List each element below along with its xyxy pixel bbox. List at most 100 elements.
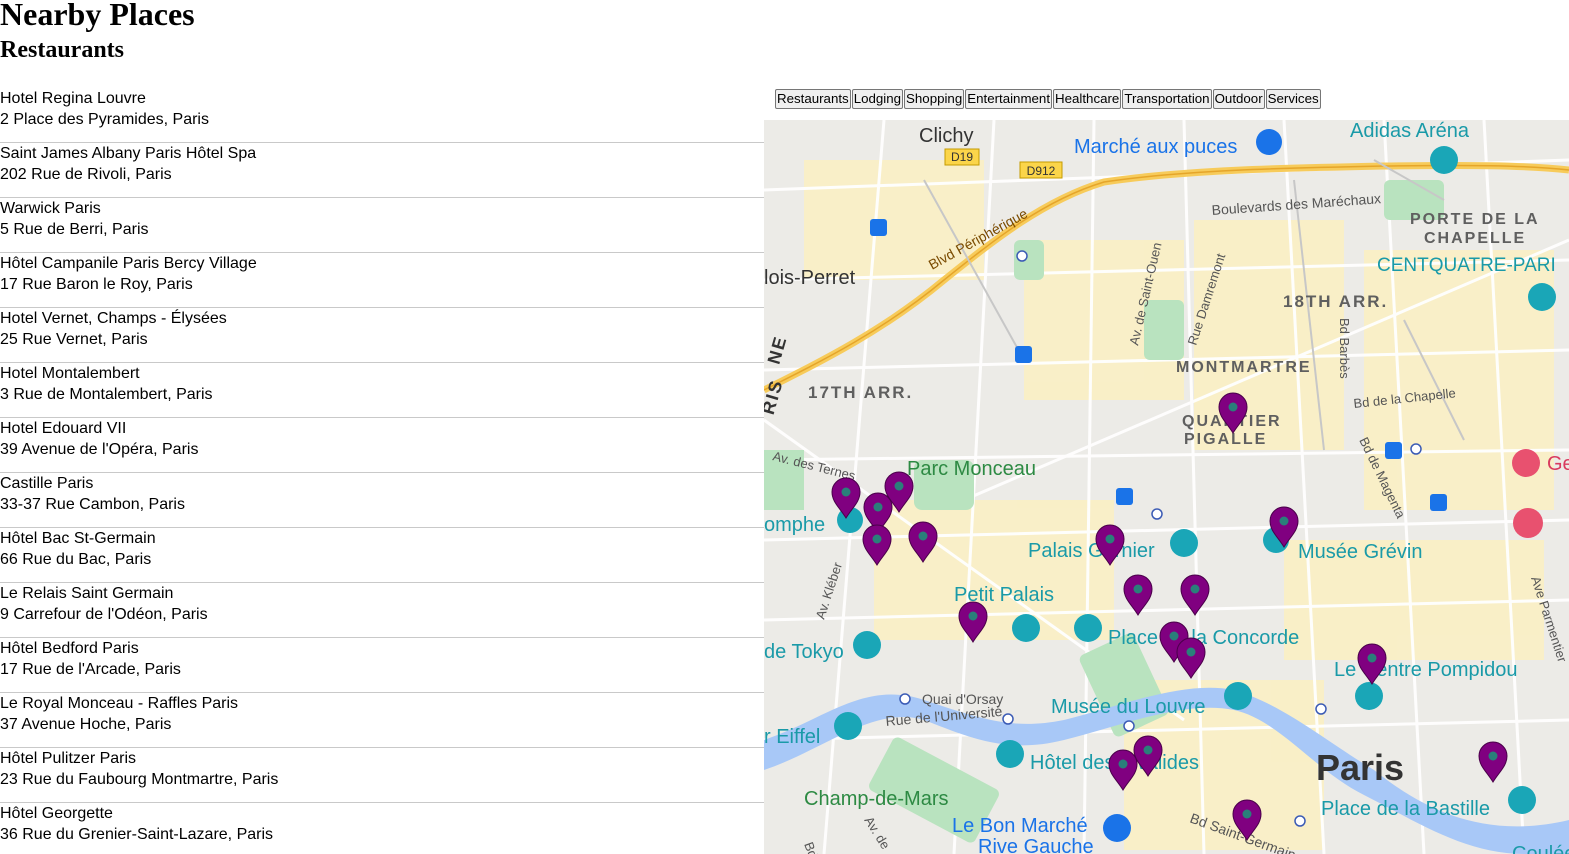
list-item[interactable]: Hotel Edouard VII 39 Avenue de l'Opéra, P… <box>0 418 764 473</box>
list-item[interactable]: Castille Paris 33-37 Rue Cambon, Paris <box>0 473 764 528</box>
tab-entertainment[interactable]: Entertainment <box>965 89 1053 109</box>
place-name: Hotel Vernet, Champs - Élysées <box>0 310 227 327</box>
list-item[interactable]: Le Royal Monceau - Raffles Paris 37 Avenu… <box>0 693 764 748</box>
place-name: Hotel Montalembert <box>0 365 140 382</box>
label-tokyo: de Tokyo <box>764 641 844 663</box>
map[interactable]: D19 D912 Blvd Périphérique Boulevards de… <box>764 120 1569 854</box>
label-17th-arr: 17TH ARR. <box>808 383 913 402</box>
label-eiffel: r Eiffel <box>764 726 820 748</box>
place-address: 2 Place des Pyramides, Paris <box>0 111 209 128</box>
place-address: 9 Carrefour de l'Odéon, Paris <box>0 606 208 623</box>
place-address: 5 Rue de Berri, Paris <box>0 221 149 238</box>
place-name: Hôtel Pulitzer Paris <box>0 750 137 767</box>
place-name: Hôtel Georgette <box>0 805 113 822</box>
train-icon[interactable] <box>1015 346 1032 363</box>
place-name: Le Relais Saint Germain <box>0 585 174 602</box>
list-item[interactable]: Hôtel Georgette 36 Rue du Grenier-Saint-L… <box>0 803 764 854</box>
list-item[interactable]: Le Relais Saint Germain 9 Carrefour de l'… <box>0 583 764 638</box>
place-name: Hôtel Bac St-Germain <box>0 530 156 547</box>
page-title: Nearby Places <box>0 0 195 32</box>
label-pigalle: PIGALLE <box>1184 431 1267 448</box>
label-coulee: Coulée v <box>1512 843 1569 854</box>
list-item[interactable]: Hotel Montalembert 3 Rue de Montalembert,… <box>0 363 764 418</box>
metro-icon[interactable] <box>1410 443 1422 455</box>
place-address: 33-37 Rue Cambon, Paris <box>0 496 185 513</box>
hotel-icon[interactable] <box>1512 449 1540 477</box>
train-icon[interactable] <box>870 219 887 236</box>
shopping-bag-icon[interactable] <box>1103 814 1131 842</box>
monument-icon[interactable] <box>834 712 862 740</box>
place-name: Warwick Paris <box>0 200 101 217</box>
list-item[interactable]: Warwick Paris 5 Rue de Berri, Paris <box>0 198 764 253</box>
tab-services[interactable]: Services <box>1265 89 1321 109</box>
label-clichy: Clichy <box>919 125 973 147</box>
museum-icon[interactable] <box>1224 682 1252 710</box>
list-item[interactable]: Hôtel Campanile Paris Bercy Village 17 Ru… <box>0 253 764 308</box>
label-centquatre: CENTQUATRE-PARI <box>1377 255 1556 276</box>
train-icon[interactable] <box>1430 494 1447 511</box>
label-marche-aux-puces: Marché aux puces <box>1074 136 1237 158</box>
train-icon[interactable] <box>1116 488 1133 505</box>
label-ge: Ge <box>1547 453 1569 475</box>
train-icon[interactable] <box>1385 442 1402 459</box>
place-address: 202 Rue de Rivoli, Paris <box>0 166 172 183</box>
list-item[interactable]: Hôtel Bedford Paris 17 Rue de l'Arcade, P… <box>0 638 764 693</box>
place-address: 37 Avenue Hoche, Paris <box>0 716 172 733</box>
label-montmartre: MONTMARTRE <box>1176 359 1312 376</box>
place-name: Hotel Regina Louvre <box>0 90 146 107</box>
monument-icon[interactable] <box>996 740 1024 768</box>
museum-icon[interactable] <box>1012 614 1040 642</box>
label-barbes: Bd Barbès <box>1337 318 1352 379</box>
tab-healthcare[interactable]: Healthcare <box>1053 89 1122 109</box>
place-address: 17 Rue de l'Arcade, Paris <box>0 661 181 678</box>
tab-lodging[interactable]: Lodging <box>851 89 904 109</box>
metro-icon[interactable] <box>1151 508 1163 520</box>
place-address: 23 Rue du Faubourg Montmartre, Paris <box>0 771 279 788</box>
tab-outdoor[interactable]: Outdoor <box>1212 89 1265 109</box>
tab-restaurants[interactable]: Restaurants <box>775 89 851 109</box>
place-address: 39 Avenue de l'Opéra, Paris <box>0 441 199 458</box>
place-name: Hôtel Campanile Paris Bercy Village <box>0 255 257 272</box>
label-porte-2: CHAPELLE <box>1424 230 1526 247</box>
list-item[interactable]: Hotel Regina Louvre 2 Place des Pyramides… <box>0 88 764 143</box>
museum-icon[interactable] <box>853 631 881 659</box>
label-omphe: omphe <box>764 514 825 536</box>
museum-icon[interactable] <box>1528 283 1556 311</box>
metro-icon[interactable] <box>1123 720 1135 732</box>
camera-icon[interactable] <box>1074 614 1102 642</box>
place-name: Hôtel Bedford Paris <box>0 640 139 657</box>
metro-icon[interactable] <box>1315 703 1327 715</box>
metro-icon[interactable] <box>1002 713 1014 725</box>
metro-icon[interactable] <box>1294 815 1306 827</box>
label-parc-monceau: Parc Monceau <box>907 458 1036 480</box>
place-address: 17 Rue Baron le Roy, Paris <box>0 276 193 293</box>
label-18th-arr: 18TH ARR. <box>1283 292 1388 311</box>
category-heading: Restaurants <box>0 37 124 63</box>
hospital-icon[interactable] <box>1513 508 1543 538</box>
place-name: Hotel Edouard VII <box>0 420 127 437</box>
label-palais-garnier: Palais Garnier <box>1028 540 1155 562</box>
stadium-icon[interactable] <box>1430 146 1458 174</box>
metro-icon[interactable] <box>899 693 911 705</box>
label-levallois: lois-Perret <box>764 267 856 289</box>
label-adidas-arena: Adidas Aréna <box>1350 120 1470 142</box>
place-address: 36 Rue du Grenier-Saint-Lazare, Paris <box>0 826 274 843</box>
map-canvas[interactable]: D19 D912 Blvd Périphérique Boulevards de… <box>764 120 1569 854</box>
metro-icon[interactable] <box>1016 250 1028 262</box>
label-musee-grevin: Musée Grévin <box>1298 541 1423 563</box>
list-item[interactable]: Hôtel Bac St-Germain 66 Rue du Bac, Paris <box>0 528 764 583</box>
category-tabs: Restaurants Lodging Shopping Entertainme… <box>775 89 1322 109</box>
list-item[interactable]: Saint James Albany Paris Hôtel Spa 202 Ru… <box>0 143 764 198</box>
museum-icon[interactable] <box>1355 682 1383 710</box>
music-icon[interactable] <box>1170 529 1198 557</box>
places-list: Hotel Regina Louvre 2 Place des Pyramides… <box>0 88 764 854</box>
tab-transportation[interactable]: Transportation <box>1122 89 1212 109</box>
label-bastille: Place de la Bastille <box>1321 798 1490 820</box>
list-item[interactable]: Hôtel Pulitzer Paris 23 Rue du Faubourg M… <box>0 748 764 803</box>
camera-icon[interactable] <box>1508 786 1536 814</box>
tab-shopping[interactable]: Shopping <box>904 89 965 109</box>
list-item[interactable]: Hotel Vernet, Champs - Élysées 25 Rue Ver… <box>0 308 764 363</box>
place-name: Saint James Albany Paris Hôtel Spa <box>0 145 257 162</box>
shopping-cart-icon[interactable] <box>1256 129 1282 155</box>
label-champ-de-mars: Champ-de-Mars <box>804 788 948 810</box>
